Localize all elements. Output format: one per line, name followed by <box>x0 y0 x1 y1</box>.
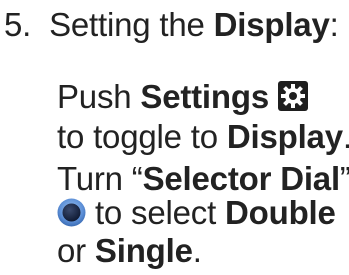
heading-bold: Display <box>213 6 330 43</box>
settings-target-mode: Display <box>226 118 343 155</box>
dial-line-3: or Single. <box>57 234 202 267</box>
dial-knob-icon <box>57 198 86 227</box>
dial-verb: Turn “ <box>57 160 143 197</box>
gear-icon <box>277 81 308 112</box>
dial-line2-prefix: to select <box>86 194 226 231</box>
settings-line-2: to toggle to Display. <box>57 120 349 153</box>
dial-line-2: to select Double <box>57 196 336 229</box>
heading-suffix: : <box>329 6 339 43</box>
dial-close-quote: ” <box>340 160 349 197</box>
settings-button-name: Settings <box>140 78 269 115</box>
settings-line2-suffix: . <box>343 118 349 155</box>
dial-line-1: Turn “Selector Dial” <box>57 162 349 195</box>
settings-line-1: Push Settings <box>57 80 308 113</box>
settings-verb: Push <box>57 78 141 115</box>
dial-option-2: Single <box>94 232 193 269</box>
dial-line3-suffix: . <box>192 232 202 269</box>
dial-conjunction: or <box>57 232 95 269</box>
step-heading: 5. Setting the Display: <box>4 8 339 41</box>
settings-line2-prefix: to toggle to <box>57 118 227 155</box>
heading-prefix: Setting the <box>49 6 214 43</box>
dial-control-name: Selector Dial <box>142 160 341 197</box>
dial-option-1: Double <box>225 194 336 231</box>
step-number: 5. <box>4 6 32 43</box>
